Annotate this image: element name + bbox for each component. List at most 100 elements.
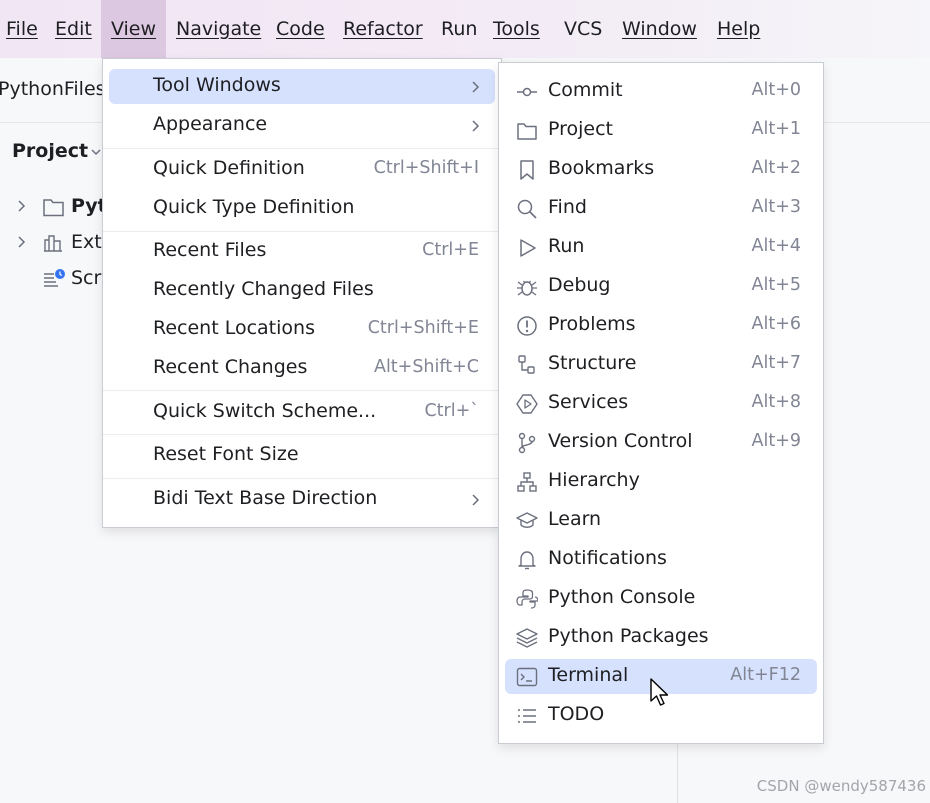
menu-item-hierarchy[interactable]: Hierarchy [505,464,817,499]
structure-icon [518,355,535,374]
menu-separator [103,231,501,232]
menu-item-label: Recently Changed Files [153,278,374,300]
menu-item-shortcut: Alt+F12 [730,665,801,685]
menu-item-quick-definition[interactable]: Quick Definition Ctrl+Shift+I [109,152,495,187]
commit-icon [517,87,537,97]
menu-item-quick-type-definition[interactable]: Quick Type Definition [109,191,495,226]
menu-item-shortcut: Alt+7 [751,353,802,373]
menu-item-shortcut: Alt+8 [751,392,802,412]
menu-item-shortcut: Alt+5 [751,275,802,295]
bell-icon [518,551,536,570]
menu-separator [103,478,501,479]
menu-item-label: Bidi Text Base Direction [153,487,378,509]
menu-item-recent-files[interactable]: Recent Files Ctrl+E [109,234,495,269]
services-icon [516,394,538,414]
project-breadcrumb[interactable]: PythonFiles [0,78,106,100]
menu-item-structure[interactable]: Structure Alt+7 [505,347,817,382]
menu-item-services[interactable]: Services Alt+8 [505,386,817,421]
menu-item-shortcut: Alt+6 [751,314,802,334]
menu-item-python-packages[interactable]: Python Packages [505,620,817,655]
folder-icon [517,123,537,140]
hierarchy-icon [517,472,537,492]
menu-item-run[interactable]: Run Alt+4 [505,230,817,265]
menu-item-label: Quick Definition [153,157,305,179]
menu-item-label: Quick Type Definition [153,196,355,218]
menu-item-shortcut: Alt+4 [751,236,802,256]
menu-item-label: Reset Font Size [153,443,299,465]
python-icon [516,589,538,609]
menu-navigate[interactable]: Navigate [176,0,261,58]
menu-item-label: Recent Locations [153,317,315,339]
chevron-down-icon[interactable] [90,146,102,158]
menu-item-notifications[interactable]: Notifications [505,542,817,577]
menu-item-shortcut: Ctrl+Shift+E [367,318,479,338]
menu-item-commit[interactable]: Commit Alt+0 [505,74,817,109]
menu-item-label: Terminal [548,664,629,686]
menu-view[interactable]: View [101,0,166,58]
tree-item-label: Scr [71,267,102,289]
menu-item-debug[interactable]: Debug Alt+5 [505,269,817,304]
view-menu-dropdown: Tool Windows Appearance Quick Definition… [102,58,502,528]
menu-item-label: Problems [548,313,636,335]
list-icon [518,709,536,723]
menu-tools[interactable]: Tools [493,0,540,58]
menu-item-learn[interactable]: Learn [505,503,817,538]
menu-item-version-control[interactable]: Version Control Alt+9 [505,425,817,460]
menu-item-label: Services [548,391,629,413]
menu-item-label: Hierarchy [548,469,640,491]
menu-item-label: Structure [548,352,637,374]
menu-item-find[interactable]: Find Alt+3 [505,191,817,226]
menu-item-label: Recent Files [153,239,267,261]
mouse-cursor-icon [650,678,669,706]
menu-item-label: TODO [548,703,605,725]
branch-icon [518,432,536,454]
submenu-arrow-icon [472,494,480,506]
menu-help[interactable]: Help [717,0,760,58]
menu-item-label: Recent Changes [153,356,308,378]
menu-item-appearance[interactable]: Appearance [109,108,495,143]
chevron-right-icon[interactable] [14,199,28,213]
chevron-right-icon[interactable] [14,235,28,249]
menu-item-quick-switch-scheme[interactable]: Quick Switch Scheme... Ctrl+` [109,395,495,430]
submenu-arrow-icon [472,120,480,132]
menu-item-label: Project [548,118,614,140]
menu-separator [103,148,501,149]
library-icon [44,235,62,252]
project-panel-title[interactable]: Project [12,140,88,162]
menu-item-project[interactable]: Project Alt+1 [505,113,817,148]
terminal-icon [516,667,538,687]
menu-item-shortcut: Alt+9 [751,431,802,451]
menu-item-python-console[interactable]: Python Console [505,581,817,616]
menu-item-shortcut: Alt+1 [751,119,802,139]
tree-item-label: Ext [71,231,102,253]
menu-refactor[interactable]: Refactor [343,0,423,58]
menu-item-recently-changed-files[interactable]: Recently Changed Files [109,273,495,308]
menu-item-recent-changes[interactable]: Recent Changes Alt+Shift+C [109,351,495,386]
menu-edit[interactable]: Edit [55,0,92,58]
tool-windows-submenu: Commit Alt+0 Project Alt+1 Bookmarks Alt… [498,62,824,744]
menu-item-bidi-text-base-direction[interactable]: Bidi Text Base Direction [109,482,495,517]
menu-item-label: Bookmarks [548,157,655,179]
menu-item-bookmarks[interactable]: Bookmarks Alt+2 [505,152,817,187]
graduation-cap-icon [516,512,538,528]
menu-window[interactable]: Window [622,0,697,58]
folder-icon [43,199,64,217]
menu-item-label: Python Console [548,586,696,608]
menu-vcs[interactable]: VCS [564,0,602,58]
search-icon [517,199,537,219]
menu-item-reset-font-size[interactable]: Reset Font Size [109,438,495,473]
layers-icon [516,628,538,648]
menu-separator [103,434,501,435]
menu-item-shortcut: Alt+3 [751,197,802,217]
submenu-arrow-icon [472,81,480,93]
menu-item-recent-locations[interactable]: Recent Locations Ctrl+Shift+E [109,312,495,347]
menu-bar: File Edit View Navigate Code Refactor Ru… [0,0,930,58]
menu-item-tool-windows[interactable]: Tool Windows [109,69,495,104]
menu-file[interactable]: File [6,0,38,58]
bookmark-icon [520,160,534,180]
menu-item-label: Notifications [548,547,667,569]
bug-icon [517,280,537,296]
menu-code[interactable]: Code [276,0,325,58]
menu-item-problems[interactable]: Problems Alt+6 [505,308,817,343]
menu-run[interactable]: Run [441,0,477,58]
